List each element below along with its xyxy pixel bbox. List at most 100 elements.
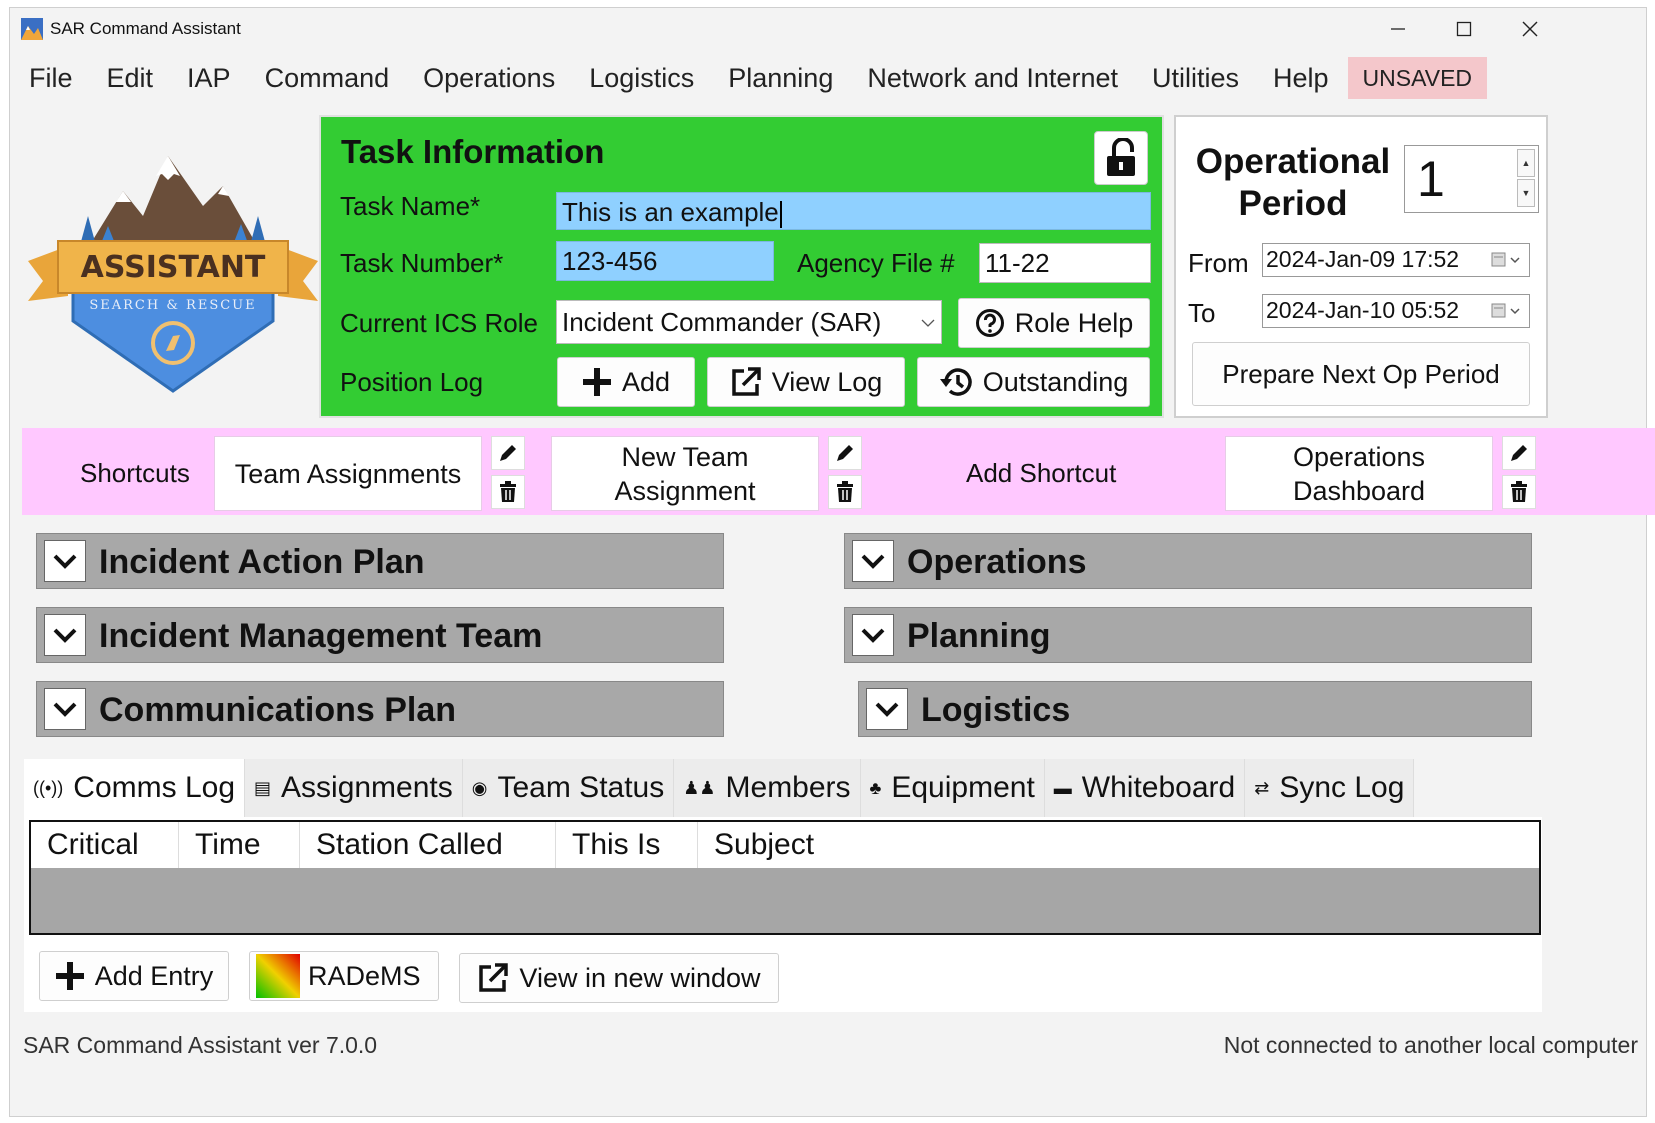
task-number-input[interactable]: 123-456 (556, 241, 774, 281)
shortcut-new-team-assignment[interactable]: New Team Assignment (551, 436, 819, 511)
tab-whiteboard[interactable]: ▬ Whiteboard (1044, 759, 1246, 817)
add-log-button[interactable]: Add (557, 357, 695, 407)
section-communications-plan[interactable]: Communications Plan (36, 681, 724, 737)
menu-edit[interactable]: Edit (90, 56, 171, 100)
spin-up-button[interactable]: ▲ (1517, 149, 1535, 177)
view-in-new-window-button[interactable]: View in new window (459, 953, 779, 1003)
pencil-icon (500, 445, 516, 461)
add-entry-button[interactable]: Add Entry (39, 951, 229, 1001)
tab-label: Team Status (497, 771, 665, 804)
section-incident-action-plan[interactable]: Incident Action Plan (36, 533, 724, 589)
menu-utilities[interactable]: Utilities (1135, 56, 1256, 100)
from-datetime-value: 2024-Jan-09 17:52 (1266, 246, 1460, 272)
maximize-icon (1456, 21, 1472, 37)
minimize-button[interactable] (1365, 8, 1431, 50)
trash-icon (837, 481, 853, 502)
edit-shortcut-button[interactable] (828, 436, 862, 470)
menu-help[interactable]: Help (1256, 56, 1346, 100)
menu-file[interactable]: File (10, 56, 90, 100)
column-this-is[interactable]: This Is (556, 822, 698, 868)
menu-network[interactable]: Network and Internet (850, 56, 1135, 100)
expand-button[interactable] (852, 614, 894, 656)
column-station-called[interactable]: Station Called (300, 822, 556, 868)
delete-shortcut-button[interactable] (828, 475, 862, 509)
shortcut-operations-dashboard[interactable]: Operations Dashboard (1225, 436, 1493, 511)
help-icon (975, 309, 1004, 337)
tab-equipment[interactable]: ♣ Equipment (860, 759, 1045, 817)
shortcut-operations-dashboard-label: Operations Dashboard (1292, 441, 1426, 506)
view-log-button[interactable]: View Log (707, 357, 905, 407)
task-name-value: This is an example (562, 197, 779, 227)
tab-assignments[interactable]: ▤ Assignments (245, 759, 463, 817)
add-entry-label: Add Entry (94, 960, 214, 991)
expand-button[interactable] (852, 540, 894, 582)
tab-label: Assignments (281, 771, 453, 804)
section-incident-management-team[interactable]: Incident Management Team (36, 607, 724, 663)
lock-button[interactable] (1094, 131, 1148, 185)
task-name-input[interactable]: This is an example (556, 192, 1151, 230)
tab-comms-log[interactable]: ((•)) Comms Log (24, 759, 245, 817)
tab-label: Equipment (891, 771, 1035, 804)
expand-button[interactable] (44, 688, 86, 730)
column-critical[interactable]: Critical (31, 822, 179, 868)
section-title: Operations (907, 543, 1087, 581)
clipboard-icon: ▤ (254, 777, 272, 798)
agency-file-input[interactable]: 11-22 (979, 243, 1151, 283)
bottom-tabs: ((•)) Comms Log ▤ Assignments ◉ Team Status… (24, 759, 1415, 817)
tab-team-status[interactable]: ◉ Team Status (462, 759, 675, 817)
tab-members[interactable]: ♟♟ Members (674, 759, 861, 817)
ics-role-select[interactable]: Incident Commander (SAR) (556, 300, 942, 344)
radems-button[interactable]: RADeMS (249, 951, 439, 1001)
expand-button[interactable] (44, 614, 86, 656)
logo-text: ASSISTANT (81, 250, 266, 285)
expand-button[interactable] (866, 688, 908, 730)
section-logistics[interactable]: Logistics (858, 681, 1532, 737)
whiteboard-icon: ▬ (1053, 777, 1072, 798)
op-period-spinbox[interactable]: 1 ▲ ▼ (1404, 145, 1539, 213)
shortcut-team-assignments[interactable]: Team Assignments (214, 436, 482, 511)
section-operations[interactable]: Operations (844, 533, 1532, 589)
task-name-label: Task Name* (340, 191, 481, 221)
prepare-next-op-period-button[interactable]: Prepare Next Op Period (1192, 342, 1530, 406)
edit-shortcut-button[interactable] (491, 436, 525, 470)
shortcut-new-team-assignment-label: New Team Assignment (614, 441, 756, 506)
from-label: From (1188, 248, 1249, 278)
menu-operations[interactable]: Operations (406, 56, 572, 100)
outstanding-button[interactable]: Outstanding (917, 357, 1150, 407)
ics-role-label: Current ICS Role (340, 308, 538, 338)
expand-button[interactable] (44, 540, 86, 582)
plus-icon (582, 368, 611, 396)
edit-shortcut-button[interactable] (1502, 436, 1536, 470)
close-button[interactable] (1497, 8, 1563, 50)
agency-file-label: Agency File # (797, 248, 955, 278)
column-time[interactable]: Time (179, 822, 300, 868)
chevron-down-icon (53, 628, 77, 643)
role-help-button[interactable]: Role Help (958, 298, 1150, 348)
window-title: SAR Command Assistant (50, 19, 241, 38)
add-shortcut-button[interactable]: Add Shortcut (966, 458, 1116, 489)
menu-planning[interactable]: Planning (711, 56, 850, 100)
to-datetime[interactable]: 2024-Jan-10 05:52 (1262, 294, 1530, 328)
section-planning[interactable]: Planning (844, 607, 1532, 663)
delete-shortcut-button[interactable] (491, 475, 525, 509)
calendar-icon (1491, 303, 1520, 318)
tab-label: Comms Log (73, 771, 235, 804)
role-help-label: Role Help (1014, 307, 1134, 338)
comms-log-table[interactable]: Critical Time Station Called This Is Sub… (29, 820, 1541, 935)
version-status: SAR Command Assistant ver 7.0.0 (23, 1032, 378, 1058)
spin-down-button[interactable]: ▼ (1517, 179, 1535, 207)
column-subject[interactable]: Subject (698, 822, 1298, 868)
menu-command[interactable]: Command (248, 56, 407, 100)
from-datetime[interactable]: 2024-Jan-09 17:52 (1262, 243, 1530, 277)
menu-iap[interactable]: IAP (170, 56, 248, 100)
app-logo: ASSISTANT SEARCH & RESCUE (28, 156, 318, 393)
unlock-icon (1107, 138, 1135, 176)
tab-sync-log[interactable]: ⇄ Sync Log (1245, 759, 1415, 817)
to-datetime-value: 2024-Jan-10 05:52 (1266, 297, 1460, 323)
maximize-button[interactable] (1431, 8, 1497, 50)
add-log-label: Add (621, 366, 671, 397)
delete-shortcut-button[interactable] (1502, 475, 1536, 509)
radems-label: RADeMS (308, 960, 421, 991)
menu-logistics[interactable]: Logistics (572, 56, 711, 100)
task-number-label: Task Number* (340, 248, 504, 278)
